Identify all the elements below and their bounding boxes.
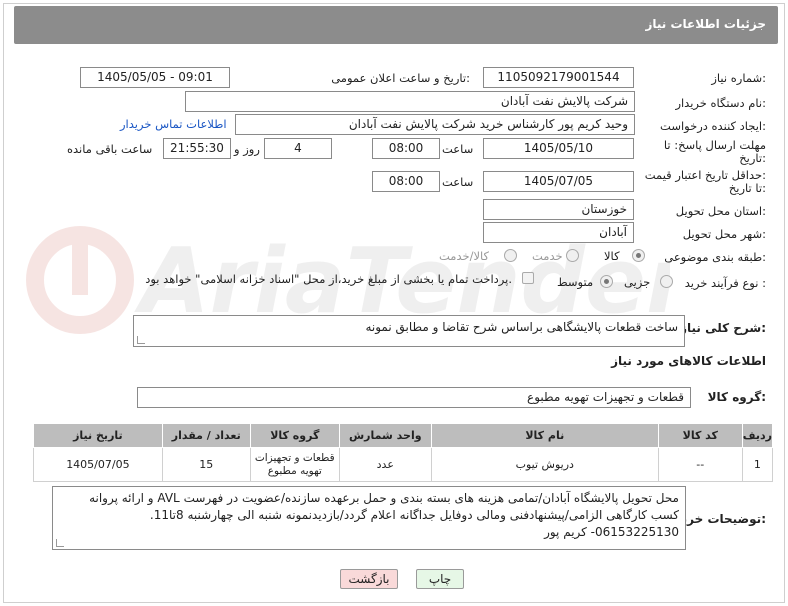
buyer-org-label: نام دستگاه خریدار: (675, 96, 766, 110)
col-header-row: ردیف (741, 423, 774, 448)
cell-name: دریوش تیوب (430, 447, 659, 482)
category-label: طبقه بندی موضوعی: (664, 250, 766, 264)
category-radio-goods[interactable] (632, 249, 645, 262)
col-header-quantity: تعداد / مقدار (161, 423, 251, 448)
cell-row-number: 1 (741, 447, 774, 482)
price-validity-time-label: ساعت (442, 175, 474, 189)
price-validity-time-field[interactable]: 08:00 (372, 171, 440, 192)
remaining-time-label: ساعت باقی مانده (67, 142, 153, 156)
category-option-goods-service: کالا/خدمت (439, 249, 490, 263)
goods-table: ردیف کد کالا نام کالا واحد شمارش گروه کا… (33, 423, 774, 482)
cell-date: 1405/07/05 (33, 447, 163, 482)
creator-label: ایجاد کننده درخواست: (660, 119, 766, 133)
reply-date-field[interactable]: 1405/05/10 (483, 138, 634, 159)
announce-datetime-label: تاریخ و ساعت اعلان عمومی: (331, 71, 470, 85)
description-label: شرح کلی نیاز: (680, 321, 766, 335)
goods-group-field[interactable]: قطعات و تجهیزات تهویه مطبوع (137, 387, 691, 408)
reply-days-field[interactable]: 4 (264, 138, 332, 159)
buyer-contact-link[interactable]: اطلاعات تماس خریدار (120, 117, 227, 131)
reply-time-label: ساعت (442, 142, 474, 156)
back-button[interactable]: بازگشت (340, 569, 398, 589)
city-field[interactable]: آبادان (483, 222, 634, 243)
category-option-service: خدمت (532, 249, 563, 263)
category-radio-goods-service[interactable] (504, 249, 517, 262)
category-radio-service[interactable] (566, 249, 579, 262)
table-header-row: ردیف کد کالا نام کالا واحد شمارش گروه کا… (33, 423, 774, 448)
goods-group-label: گروه کالا: (707, 390, 766, 404)
buyer-org-field[interactable]: شرکت پالایش نفت آبادان (185, 91, 635, 112)
remaining-time-field[interactable]: 21:55:30 (163, 138, 231, 159)
reply-deadline-label-1: مهلت ارسال پاسخ: تا (663, 138, 766, 152)
category-option-goods: کالا (604, 249, 620, 263)
price-validity-label-1: حداقل تاریخ اعتبار قیمت: (644, 168, 766, 182)
process-radio-minor[interactable] (660, 275, 673, 288)
process-label: نوع فرآیند خرید : (684, 276, 766, 290)
resize-handle-icon[interactable] (137, 336, 145, 344)
buyer-notes-field[interactable]: محل تحویل پالایشگاه آبادان/تمامی هزینه ه… (52, 486, 686, 550)
province-label: استان محل تحویل: (675, 204, 766, 218)
reply-days-label: روز و (234, 142, 260, 156)
resize-handle-icon[interactable] (56, 539, 64, 547)
payment-treasury-checkbox[interactable] (522, 272, 534, 284)
buyer-notes-text: محل تحویل پالایشگاه آبادان/تمامی هزینه ه… (89, 491, 679, 539)
process-option-medium: متوسط (557, 275, 594, 289)
creator-field[interactable]: وحید کریم پور کارشناس خرید شرکت پالایش ن… (235, 114, 635, 135)
process-radio-medium[interactable] (600, 275, 613, 288)
col-header-name: نام کالا (430, 423, 659, 448)
col-header-date: تاریخ نیاز (33, 423, 163, 448)
need-number-field[interactable]: 1105092179001544 (483, 67, 634, 88)
city-label: شهر محل تحویل: (682, 227, 766, 241)
cell-group: قطعات و تجهیزات تهویه مطبوع (249, 447, 340, 482)
goods-section-title: اطلاعات کالاهای مورد نیاز (611, 354, 766, 368)
payment-treasury-note: پرداخت تمام یا بخشی از مبلغ خرید،از محل … (145, 272, 512, 286)
description-field[interactable]: ساخت قطعات پالایشگاهی براساس شرح تقاضا و… (133, 315, 685, 347)
cell-unit: عدد (338, 447, 432, 482)
reply-deadline-label-2: تاریخ: (739, 151, 766, 165)
print-button[interactable]: چاپ (416, 569, 464, 589)
table-row[interactable]: 1 -- دریوش تیوب عدد قطعات و تجهیزات تهوی… (33, 447, 774, 482)
page-title: جزئیات اطلاعات نیاز (645, 17, 766, 31)
need-number-label: شماره نیاز: (711, 71, 766, 85)
cell-quantity: 15 (161, 447, 251, 482)
description-text: ساخت قطعات پالایشگاهی براساس شرح تقاضا و… (365, 320, 678, 334)
price-validity-date-field[interactable]: 1405/07/05 (483, 171, 634, 192)
page-header: جزئیات اطلاعات نیاز (14, 6, 778, 44)
process-option-minor: جزیی (624, 275, 651, 289)
price-validity-label-2: تا تاریخ: (728, 181, 766, 195)
announce-datetime-field[interactable]: 1405/05/05 - 09:01 (80, 67, 230, 88)
cell-code: -- (657, 447, 743, 482)
col-header-unit: واحد شمارش (338, 423, 432, 448)
col-header-code: کد کالا (657, 423, 743, 448)
province-field[interactable]: خوزستان (483, 199, 634, 220)
col-header-group: گروه کالا (249, 423, 340, 448)
reply-time-field[interactable]: 08:00 (372, 138, 440, 159)
